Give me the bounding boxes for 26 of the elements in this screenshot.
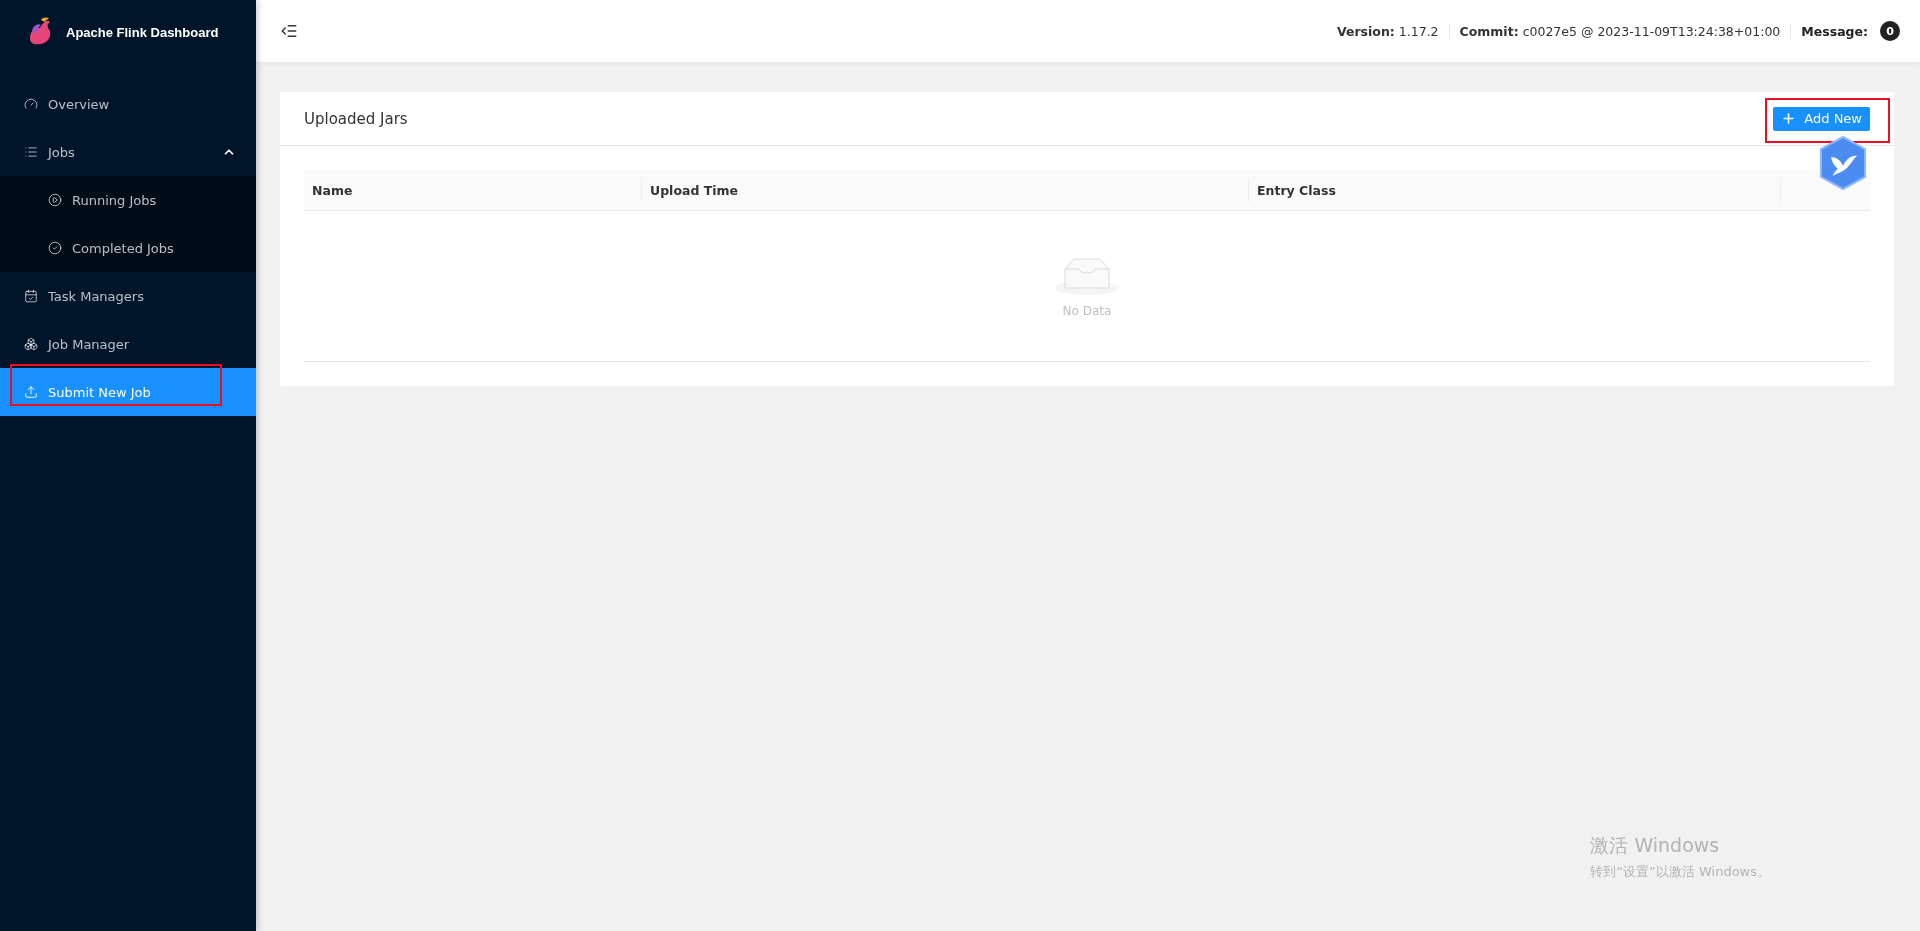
calendar-icon: [24, 289, 38, 303]
nav-item[interactable]: Completed Jobs: [0, 224, 256, 272]
list-icon: [24, 145, 38, 159]
plus-icon: [1781, 111, 1797, 126]
app-title: Apache Flink Dashboard: [66, 24, 219, 40]
info-text: Commit: c0027e5 @ 2023-11-09T13:24:38+01:00: [1448, 23, 1791, 39]
activation-title: 激活 Windows: [1590, 833, 1721, 858]
nav-item[interactable]: Overview: [0, 80, 256, 128]
empty-text: No Data: [1062, 303, 1112, 318]
upload-icon: [24, 385, 38, 399]
card-title: Uploaded Jars: [304, 109, 408, 128]
message-count[interactable]: 0: [1880, 21, 1900, 41]
menu-collapse-icon[interactable]: [280, 22, 298, 40]
info-label: Message:: [1790, 23, 1868, 39]
gauge-icon: [24, 97, 38, 111]
column-header: Name: [311, 181, 354, 200]
nav-item[interactable]: Running Jobs: [0, 176, 256, 224]
nav-item[interactable]: Task Managers: [0, 272, 256, 320]
column-header: Upload Time: [641, 178, 1248, 202]
column-header: Entry Class: [1248, 178, 1780, 202]
nav-item[interactable]: Jobs: [0, 128, 256, 176]
activation-text: 转到“设置”以激活 Windows。: [1590, 863, 1770, 881]
play-circle-icon: [48, 193, 62, 207]
check-circle-icon: [48, 241, 62, 255]
info-text: Version: 1.17.2: [1335, 23, 1440, 39]
nav-item[interactable]: Job Manager: [0, 320, 256, 368]
